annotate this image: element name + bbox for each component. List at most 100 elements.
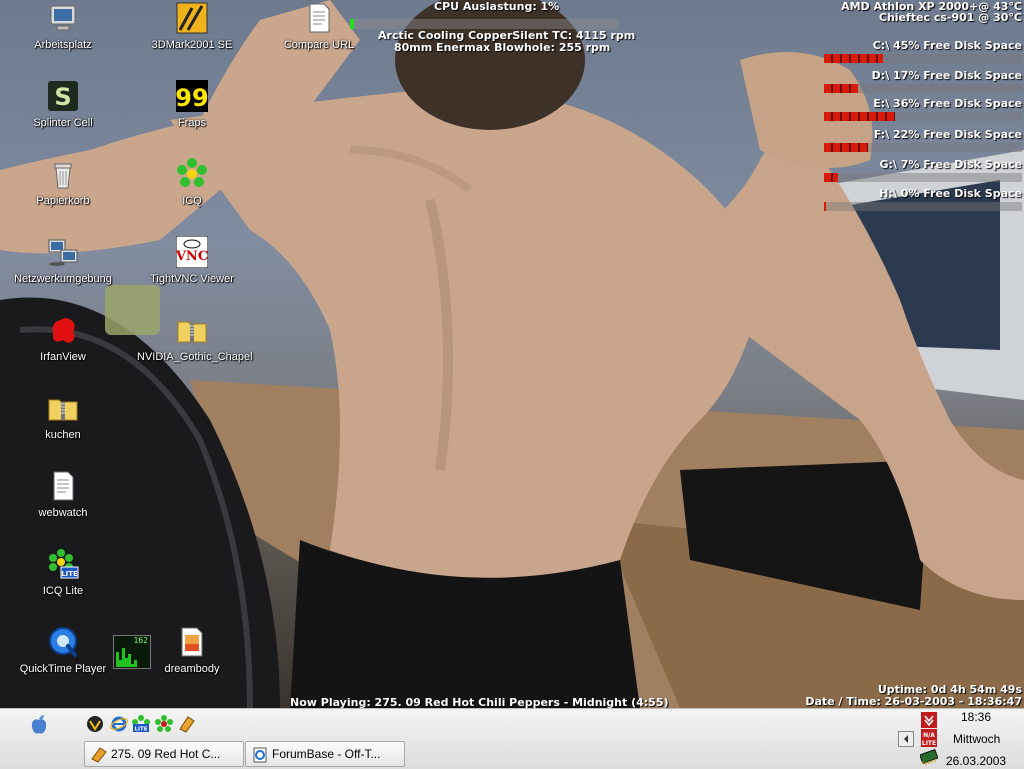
datetime-text: Date / Time: 26-03-2003 - 18:36:47 (805, 695, 1022, 708)
taskbar: LITE 275. 09 Red Hot C... ForumBase - Of… (0, 708, 1024, 769)
disk-g-meter: G:\ 7% Free Disk Space (822, 158, 1024, 182)
task-button-forumbase[interactable]: ForumBase - Off-T... (245, 741, 405, 767)
disk-label: E:\ 36% Free Disk Space (873, 97, 1022, 110)
desktop-icon-kuchen[interactable]: kuchen (8, 392, 118, 441)
3dmark-icon (176, 2, 208, 34)
disk-bar-fill (824, 143, 868, 152)
disk-bar-track (824, 54, 1022, 63)
desktop-icon-label: Netzwerkumgebung (14, 273, 112, 285)
icq-lite-icon: LITE (49, 549, 79, 579)
network-lite-icon[interactable]: N/A LITE (921, 729, 937, 747)
ie-page-icon (253, 747, 267, 763)
desktop-icon-quicktime[interactable]: QuickTime Player (8, 626, 118, 675)
disk-label: D:\ 17% Free Disk Space (871, 69, 1022, 82)
svg-text:LITE: LITE (61, 570, 78, 578)
desktop-icon-icq-lite[interactable]: LITE ICQ Lite (8, 548, 118, 597)
tray-day: Mittwoch (953, 732, 1001, 746)
desktop-icon-3dmark[interactable]: 3DMark2001 SE (137, 2, 247, 51)
disk-f-meter: F:\ 22% Free Disk Space (822, 128, 1024, 152)
icq-lite-icon[interactable]: LITE (132, 715, 150, 733)
desktop-icon-netzwerkumgebung[interactable]: Netzwerkumgebung (8, 236, 118, 285)
disk-c-meter: C:\ 45% Free Disk Space (822, 39, 1024, 63)
desktop-icon-papierkorb[interactable]: Papierkorb (8, 158, 118, 207)
desktop-icon-icq[interactable]: ICQ (137, 158, 247, 207)
desktop-icon-label: ICQ (182, 195, 202, 207)
vnc-icon: VNC (176, 236, 208, 268)
desktop-icon-dreambody[interactable]: dreambody (137, 626, 247, 675)
zip-folder-icon (177, 321, 207, 343)
desktop-icon-label: QuickTime Player (19, 663, 107, 675)
network-icon (48, 239, 78, 266)
disk-bar-track (824, 202, 1022, 211)
disk-d-meter: D:\ 17% Free Disk Space (822, 69, 1024, 93)
task-label: ForumBase - Off-T... (272, 747, 381, 761)
tray-clock[interactable]: 18:36 (961, 710, 991, 724)
irfanview-icon (52, 318, 75, 343)
start-button[interactable] (28, 713, 50, 735)
quicktime-icon (49, 627, 77, 657)
svg-text:99: 99 (176, 84, 208, 112)
ie-icon[interactable] (110, 715, 128, 733)
desktop-icon-tightvnc[interactable]: VNC TightVNC Viewer (137, 236, 247, 285)
disk-label: F:\ 22% Free Disk Space (873, 128, 1022, 141)
text-file-icon (309, 3, 330, 33)
svg-text:N/A: N/A (923, 732, 935, 739)
cpu-load-text: CPU Auslastung: 1% (434, 0, 560, 13)
icq-icon[interactable] (155, 715, 173, 733)
winamp-icon (91, 747, 107, 763)
desktop-icon-label: ICQ Lite (42, 585, 84, 597)
task-button-winamp[interactable]: 275. 09 Red Hot C... (84, 741, 244, 767)
fraps-icon: 99 (176, 80, 208, 112)
network-monitor-widget[interactable]: 162 (113, 635, 151, 669)
tray-collapse-button[interactable] (898, 731, 914, 747)
case-temp-text: Chieftec cs-901 @ 30°C (878, 11, 1022, 24)
memory-chip-icon[interactable] (920, 749, 938, 765)
winamp-small-icon[interactable] (178, 715, 196, 733)
disk-bar-track (824, 143, 1022, 152)
disk-bar-fill (824, 173, 838, 182)
desktop-icon-irfanview[interactable]: IrfanView (8, 314, 118, 363)
desktop-icon-label: TightVNC Viewer (150, 273, 234, 285)
download-arrow-icon[interactable] (921, 712, 937, 728)
desktop-icon-webwatch[interactable]: webwatch (8, 470, 118, 519)
desktop-icon-label: Compare URL (283, 39, 355, 51)
disk-e-meter: E:\ 36% Free Disk Space (822, 97, 1024, 121)
image-file-icon (181, 627, 203, 657)
text-file-icon (53, 471, 74, 501)
desktop-icon-label: Papierkorb (36, 195, 90, 207)
apple-icon (31, 715, 47, 734)
recycle-bin-icon (54, 163, 72, 189)
winamp-icon[interactable] (86, 715, 104, 733)
disk-bar-fill (824, 202, 826, 211)
desktop-icon-label: kuchen (45, 429, 81, 441)
disk-bar-track (824, 173, 1022, 182)
task-label: 275. 09 Red Hot C... (111, 747, 221, 761)
disk-bar-track (824, 112, 1022, 121)
network-graph (116, 648, 137, 667)
desktop-icon-label: Splinter Cell (33, 117, 93, 129)
icq-icon (177, 158, 207, 187)
fan2-text: 80mm Enermax Blowhole: 255 rpm (394, 41, 611, 54)
svg-text:LITE: LITE (922, 740, 936, 747)
disk-label: C:\ 45% Free Disk Space (872, 39, 1022, 52)
disk-label: G:\ 7% Free Disk Space (879, 158, 1022, 171)
desktop-icon-splinter-cell[interactable]: S Splinter Cell (8, 80, 118, 129)
splinter-cell-icon: S (48, 81, 78, 111)
desktop-icon-label: 3DMark2001 SE (151, 39, 233, 51)
desktop-icon-arbeitsplatz[interactable]: Arbeitsplatz (8, 2, 118, 51)
svg-text:VNC: VNC (176, 249, 208, 264)
disk-label: H:\ 0% Free Disk Space (879, 187, 1022, 200)
desktop-icon-label: Fraps (177, 117, 207, 129)
desktop-icon-nvidia-gothic-chapel[interactable]: NVIDIA_Gothic_Chapel (137, 314, 253, 363)
computer-icon (50, 5, 76, 31)
svg-text:S: S (54, 83, 71, 111)
desktop-icon-label: dreambody (164, 663, 220, 675)
disk-bar-fill (824, 54, 883, 63)
zip-folder-icon (48, 399, 78, 421)
svg-text:LITE: LITE (134, 727, 147, 733)
disk-bar-track (824, 84, 1022, 93)
desktop-icon-fraps[interactable]: 99 Fraps (137, 80, 247, 129)
cpu-load-bar (350, 19, 618, 29)
desktop-icon-label: webwatch (38, 507, 88, 519)
chevron-left-icon (904, 735, 908, 743)
